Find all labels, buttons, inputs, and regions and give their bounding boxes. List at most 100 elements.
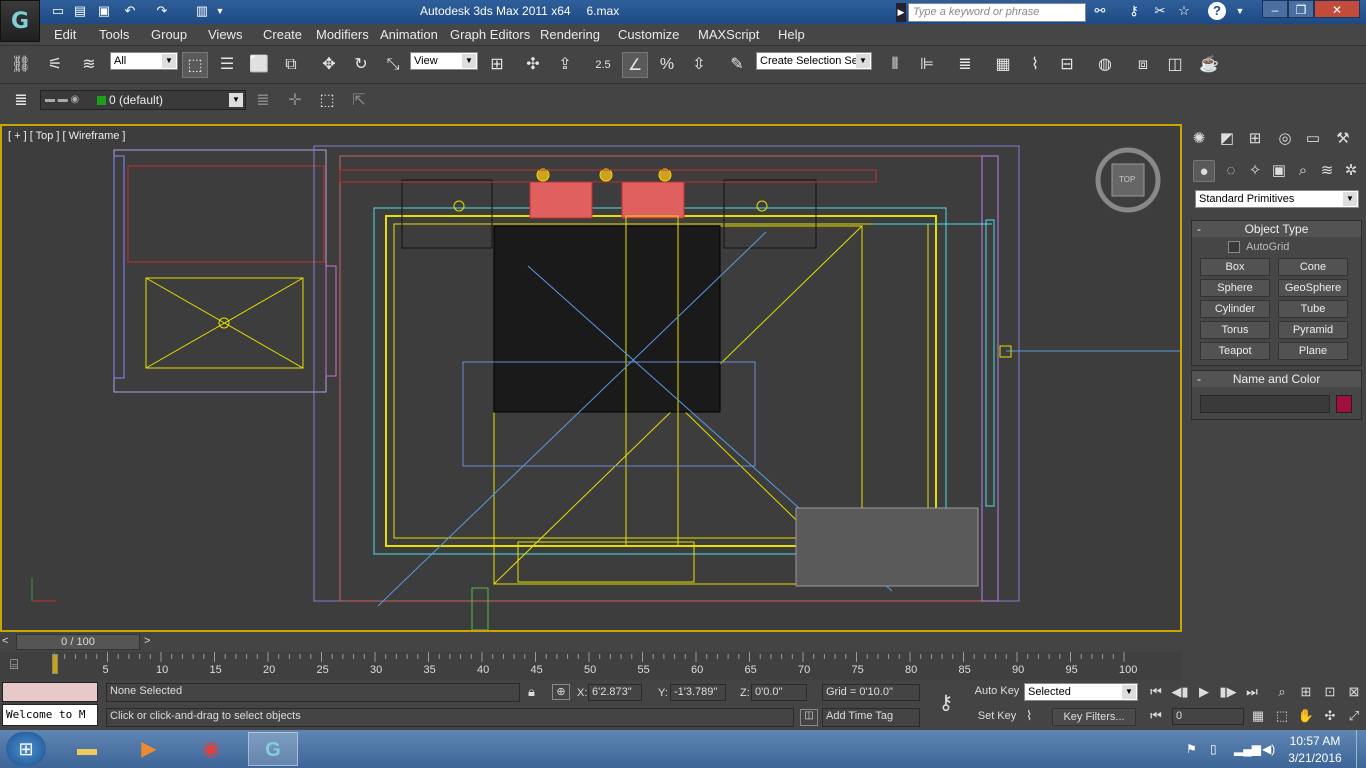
time-slider-prev-icon[interactable]: < bbox=[2, 635, 14, 649]
search-input[interactable]: Type a keyword or phrase bbox=[908, 3, 1086, 22]
time-tag-icon[interactable]: ◫ bbox=[800, 709, 818, 726]
goto-end-icon[interactable]: ⏭ bbox=[1242, 684, 1262, 700]
file-explorer-icon[interactable]: ▬ bbox=[62, 732, 112, 766]
cone-button[interactable]: Cone bbox=[1278, 258, 1348, 276]
zoom-region-icon[interactable]: ⬚ bbox=[1272, 708, 1292, 724]
create-new-layer-icon[interactable]: ≣ bbox=[250, 88, 276, 114]
clock-time[interactable]: 10:57 AM bbox=[1280, 734, 1350, 748]
network-icon[interactable]: ▂▄▆ bbox=[1234, 742, 1261, 756]
action-center-icon[interactable]: ⚑ bbox=[1186, 742, 1197, 756]
selection-filter-dropdown[interactable]: All ▼ bbox=[110, 52, 178, 70]
time-slider[interactable]: < 0 / 100 > bbox=[0, 633, 1182, 651]
render-teapot-icon[interactable]: ☕ bbox=[1196, 52, 1222, 78]
set-key-button[interactable]: Set Key bbox=[972, 710, 1022, 722]
autogrid-checkbox[interactable] bbox=[1228, 241, 1240, 253]
volume-icon[interactable]: ◀) bbox=[1262, 742, 1275, 756]
key-mode-selected-dropdown[interactable]: Selected ▼ bbox=[1024, 683, 1138, 701]
favorites-star-icon[interactable]: ☆ bbox=[1174, 2, 1194, 20]
align-icon[interactable]: ⊫ bbox=[914, 52, 940, 78]
geosphere-button[interactable]: GeoSphere bbox=[1278, 279, 1348, 297]
current-frame-field[interactable]: 0 bbox=[1172, 708, 1244, 725]
x-coordinate-field[interactable]: 6'2.873" bbox=[588, 684, 642, 701]
plane-button[interactable]: Plane bbox=[1278, 342, 1348, 360]
create-tab-icon[interactable]: ✺ bbox=[1187, 128, 1211, 150]
new-file-icon[interactable]: ▭ bbox=[48, 2, 68, 20]
z-coordinate-field[interactable]: 0'0.0" bbox=[751, 684, 807, 701]
current-layer-dropdown[interactable]: ▬ ▬ ◉ 0 (default) ▼ bbox=[40, 90, 246, 110]
reference-coordinate-dropdown[interactable]: View ▼ bbox=[410, 52, 478, 70]
select-objects-in-layer-icon[interactable]: ⬚ bbox=[314, 88, 340, 114]
curve-editor-icon[interactable]: ⌇ bbox=[1022, 52, 1048, 78]
named-selection-set-dropdown[interactable]: Create Selection Se ▼ bbox=[756, 52, 872, 70]
previous-frame-icon[interactable]: ◀▮ bbox=[1170, 684, 1190, 700]
name-and-color-header[interactable]: - Name and Color bbox=[1192, 371, 1361, 387]
select-by-name-icon[interactable]: ☰ bbox=[214, 52, 240, 78]
helpers-category-icon[interactable]: ⌕ bbox=[1291, 160, 1315, 182]
show-desktop-button[interactable] bbox=[1356, 730, 1366, 768]
maximize-button[interactable]: ❐ bbox=[1288, 0, 1314, 18]
systems-category-icon[interactable]: ✲ bbox=[1339, 160, 1363, 182]
next-frame-icon[interactable]: ▮▶ bbox=[1218, 684, 1238, 700]
rendered-frame-window-icon[interactable]: ◫ bbox=[1162, 52, 1188, 78]
add-to-layer-icon[interactable]: ✛ bbox=[282, 88, 308, 114]
chrome-icon[interactable]: ◉ bbox=[186, 732, 236, 766]
pivot-center-icon[interactable]: ⊞ bbox=[484, 52, 510, 78]
track-bar[interactable]: ⌸ 5 10 15 20 25 30 35 40 45 50 55 60 65 70 75 80 85 90 95 1… bbox=[0, 652, 1182, 680]
scale-icon[interactable]: ⤡ bbox=[380, 52, 406, 78]
menu-edit[interactable]: Edit bbox=[54, 27, 76, 42]
device-icon[interactable]: ▯ bbox=[1210, 742, 1217, 756]
torus-button[interactable]: Torus bbox=[1200, 321, 1270, 339]
menu-create[interactable]: Create bbox=[263, 27, 302, 42]
hierarchy-tab-icon[interactable]: ⊞ bbox=[1243, 128, 1267, 150]
teapot-button[interactable]: Teapot bbox=[1200, 342, 1270, 360]
menu-animation[interactable]: Animation bbox=[380, 27, 438, 42]
link-icon[interactable]: ⛓ bbox=[8, 52, 34, 78]
edit-named-selection-icon[interactable]: ✎ bbox=[724, 52, 750, 78]
box-button[interactable]: Box bbox=[1200, 258, 1270, 276]
render-setup-icon[interactable]: ⧈ bbox=[1130, 52, 1156, 78]
menu-tools[interactable]: Tools bbox=[99, 27, 129, 42]
select-manipulate-icon[interactable]: ✣ bbox=[520, 52, 546, 78]
spinner-snap-icon[interactable]: ⇳ bbox=[686, 52, 712, 78]
rotate-icon[interactable]: ↻ bbox=[348, 52, 374, 78]
binoculars-icon[interactable]: ⚯ bbox=[1090, 2, 1110, 20]
absolute-transform-icon[interactable]: ⊕ bbox=[552, 684, 570, 700]
set-keys-key-icon[interactable]: ⚷ bbox=[926, 690, 966, 718]
motion-tab-icon[interactable]: ◎ bbox=[1273, 128, 1297, 150]
select-object-icon[interactable]: ⬚ bbox=[182, 52, 208, 78]
object-type-header[interactable]: - Object Type bbox=[1192, 221, 1361, 237]
menu-views[interactable]: Views bbox=[208, 27, 242, 42]
3dsmax-taskbar-icon[interactable]: G bbox=[248, 732, 298, 766]
viewcube[interactable]: TOP bbox=[1094, 146, 1162, 214]
menu-help[interactable]: Help bbox=[778, 27, 805, 42]
menu-modifiers[interactable]: Modifiers bbox=[316, 27, 369, 42]
clock-date[interactable]: 3/21/2016 bbox=[1280, 751, 1350, 765]
snaps-toggle-icon[interactable]: 2.5 bbox=[590, 52, 616, 78]
set-current-layer-icon[interactable]: ⇱ bbox=[346, 88, 372, 114]
angle-snap-icon[interactable]: ∠ bbox=[622, 52, 648, 78]
percent-snap-icon[interactable]: % bbox=[654, 52, 680, 78]
search-expand-icon[interactable]: ▶ bbox=[896, 3, 906, 22]
communication-center-icon[interactable]: ✂ bbox=[1150, 2, 1170, 20]
sphere-button[interactable]: Sphere bbox=[1200, 279, 1270, 297]
y-coordinate-field[interactable]: -1'3.789" bbox=[670, 684, 726, 701]
menu-group[interactable]: Group bbox=[151, 27, 187, 42]
rectangular-selection-icon[interactable]: ⬜ bbox=[246, 52, 272, 78]
menu-graph-editors[interactable]: Graph Editors bbox=[450, 27, 530, 42]
zoom-extents-all-icon[interactable]: ⊠ bbox=[1344, 684, 1364, 700]
shapes-category-icon[interactable]: ◌ bbox=[1219, 160, 1243, 182]
goto-start-icon[interactable]: ⏮ bbox=[1146, 684, 1166, 700]
maximize-viewport-icon[interactable]: ⤢ bbox=[1344, 708, 1364, 724]
help-icon[interactable]: ? bbox=[1208, 2, 1226, 20]
cylinder-button[interactable]: Cylinder bbox=[1200, 300, 1270, 318]
time-slider-next-icon[interactable]: > bbox=[144, 635, 156, 649]
subscription-key-icon[interactable]: ⚷ bbox=[1124, 2, 1144, 20]
mirror-icon[interactable]: ⫴ bbox=[882, 52, 908, 78]
menu-customize[interactable]: Customize bbox=[618, 27, 679, 42]
move-icon[interactable]: ✥ bbox=[316, 52, 342, 78]
schematic-view-icon[interactable]: ⊟ bbox=[1054, 52, 1080, 78]
maxscript-listener-top[interactable] bbox=[2, 682, 98, 702]
open-file-icon[interactable]: ▤ bbox=[70, 2, 90, 20]
redo-icon[interactable]: ↷ bbox=[152, 2, 172, 20]
minimize-button[interactable]: – bbox=[1262, 0, 1288, 18]
